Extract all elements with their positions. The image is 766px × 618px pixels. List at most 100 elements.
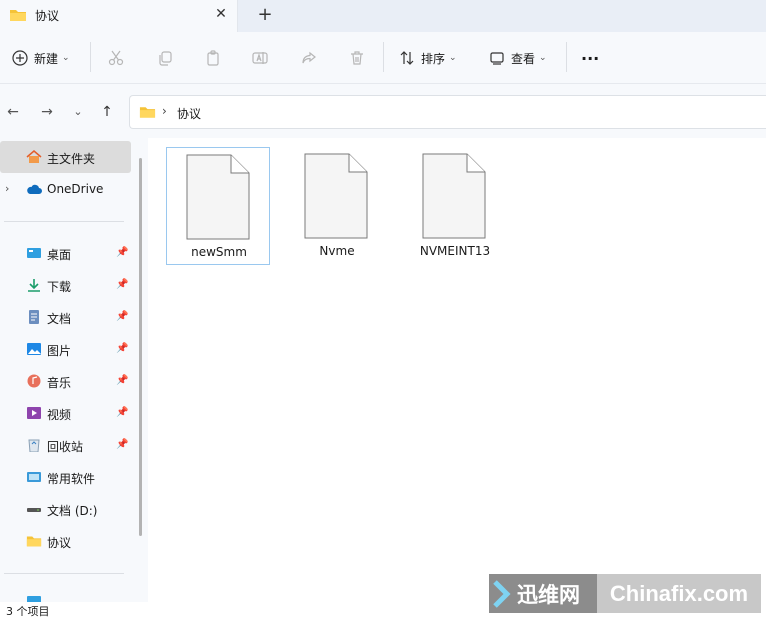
sidebar-item-music[interactable]: 音乐 📌 xyxy=(0,365,132,397)
toolbar-divider xyxy=(566,42,567,72)
pin-icon[interactable]: 📌 xyxy=(116,311,128,322)
navigation-pane: 主文件夹 › OneDrive 桌面 📌 下载 📌 文档 📌 图片 📌 音乐 📌… xyxy=(0,138,148,602)
drive-icon xyxy=(27,508,41,512)
sidebar-item-downloads[interactable]: 下载 📌 xyxy=(0,269,132,301)
sidebar-item-videos[interactable]: 视频 📌 xyxy=(0,397,132,429)
view-icon xyxy=(490,52,504,65)
file-icon xyxy=(186,154,250,240)
sidebar-item-label: 主文件夹 xyxy=(47,152,96,166)
watermark-site: Chinafix.com xyxy=(597,574,761,613)
new-tab-button[interactable]: + xyxy=(254,4,276,26)
folder-icon xyxy=(139,105,156,122)
sidebar-divider xyxy=(4,573,124,574)
sidebar-item-desktop[interactable]: 桌面 📌 xyxy=(0,237,132,269)
watermark-text-left: 迅维网 xyxy=(517,582,580,607)
pin-icon[interactable]: 📌 xyxy=(116,439,128,450)
command-bar: 新建 ⌄ 排序 ⌄ 查看 ⌄ ··· xyxy=(0,32,766,84)
tab-bar: 协议 ✕ + xyxy=(0,0,766,32)
up-arrow-icon[interactable]: ↑ xyxy=(97,102,117,122)
breadcrumb[interactable]: 协议 xyxy=(177,105,201,122)
view-label: 查看 xyxy=(511,51,536,66)
software-folder-icon xyxy=(27,472,41,482)
chevron-right-icon[interactable]: › xyxy=(5,182,9,195)
close-tab-icon[interactable]: ✕ xyxy=(211,4,231,24)
file-item[interactable]: newSmm xyxy=(166,147,270,265)
sidebar-item-label: 回收站 xyxy=(47,440,84,454)
chevron-down-icon: ⌄ xyxy=(449,53,457,63)
download-icon xyxy=(28,279,40,292)
sort-label: 排序 xyxy=(421,51,446,66)
pin-icon[interactable]: 📌 xyxy=(116,343,128,354)
sidebar-item-label: 文档 (D:) xyxy=(47,504,98,518)
file-name: Nvme xyxy=(319,244,355,258)
share-button[interactable] xyxy=(301,32,317,84)
toolbar-divider xyxy=(90,42,91,72)
rename-button[interactable] xyxy=(252,32,268,84)
chevron-logo-icon xyxy=(493,579,511,608)
item-count: 3 个项目 xyxy=(6,605,50,618)
tab-current[interactable]: 协议 ✕ xyxy=(0,0,238,32)
pin-icon[interactable]: 📌 xyxy=(116,407,128,418)
videos-icon xyxy=(27,407,41,419)
sidebar-item-documents[interactable]: 文档 📌 xyxy=(0,301,132,333)
file-item[interactable]: Nvme xyxy=(285,147,389,265)
file-icon xyxy=(422,153,486,239)
sidebar-item-label: 图片 xyxy=(47,344,72,358)
sidebar-item-label: 协议 xyxy=(47,536,72,550)
sidebar-scrollbar[interactable] xyxy=(139,158,142,536)
sidebar-item-recycle-bin[interactable]: 回收站 📌 xyxy=(0,429,132,461)
pictures-icon xyxy=(27,343,41,355)
sidebar-item-onedrive[interactable]: › OneDrive xyxy=(0,173,132,205)
pin-icon[interactable]: 📌 xyxy=(116,279,128,290)
sidebar-item-software[interactable]: 常用软件 xyxy=(0,461,132,493)
share-icon xyxy=(302,51,316,64)
recycle-bin-icon xyxy=(28,439,40,452)
cut-button[interactable] xyxy=(108,32,124,84)
paste-button[interactable] xyxy=(205,32,221,84)
sidebar-divider xyxy=(4,221,124,222)
sidebar-item-label: 桌面 xyxy=(47,248,72,262)
sidebar-item-folder[interactable]: 协议 xyxy=(0,525,132,557)
file-name: NVMEINT13 xyxy=(419,244,491,258)
sidebar-item-partial[interactable] xyxy=(0,585,132,602)
pin-icon[interactable]: 📌 xyxy=(116,375,128,386)
view-button[interactable]: 查看 ⌄ xyxy=(489,32,547,84)
documents-icon xyxy=(29,310,39,324)
delete-button[interactable] xyxy=(349,32,365,84)
tab-title: 协议 xyxy=(35,9,60,23)
sidebar-item-label: 音乐 xyxy=(47,376,72,390)
scissors-icon xyxy=(108,50,124,66)
sidebar-item-label: 常用软件 xyxy=(47,472,96,486)
recent-locations-icon[interactable]: ⌄ xyxy=(68,102,88,122)
pin-icon[interactable]: 📌 xyxy=(116,247,128,258)
file-icon xyxy=(304,153,368,239)
sort-icon xyxy=(400,51,414,65)
breadcrumb-separator[interactable]: › xyxy=(162,104,167,118)
folder-icon xyxy=(9,8,27,25)
sidebar-item-label: OneDrive xyxy=(47,182,104,196)
watermark: 迅维网 Chinafix.com xyxy=(489,574,761,613)
more-options-button[interactable]: ··· xyxy=(581,32,599,84)
sidebar-item-home[interactable]: 主文件夹 xyxy=(0,141,131,173)
sidebar-item-label: 下载 xyxy=(47,280,72,294)
address-bar[interactable]: › 协议 xyxy=(129,95,766,129)
file-list: newSmm Nvme NVMEINT13 xyxy=(148,138,766,602)
home-icon xyxy=(26,150,42,163)
plus-circle-icon xyxy=(12,50,28,66)
cloud-icon xyxy=(27,184,42,194)
rename-icon xyxy=(252,52,268,64)
watermark-logo: 迅维网 xyxy=(489,574,597,613)
navigation-bar: ← → ⌄ ↑ › 协议 xyxy=(0,84,766,138)
new-button[interactable]: 新建 ⌄ xyxy=(12,32,70,84)
back-arrow-icon[interactable]: ← xyxy=(3,102,23,122)
file-item[interactable]: NVMEINT13 xyxy=(403,147,507,265)
sort-button[interactable]: 排序 ⌄ xyxy=(399,32,457,84)
sidebar-item-pictures[interactable]: 图片 📌 xyxy=(0,333,132,365)
desktop-icon xyxy=(27,248,41,258)
copy-button[interactable] xyxy=(157,32,173,84)
forward-arrow-icon[interactable]: → xyxy=(37,102,57,122)
watermark-text-right: Chinafix.com xyxy=(609,580,749,606)
new-label: 新建 xyxy=(34,51,59,66)
desktop-icon xyxy=(27,596,41,602)
sidebar-item-drive-d[interactable]: 文档 (D:) xyxy=(0,493,132,525)
